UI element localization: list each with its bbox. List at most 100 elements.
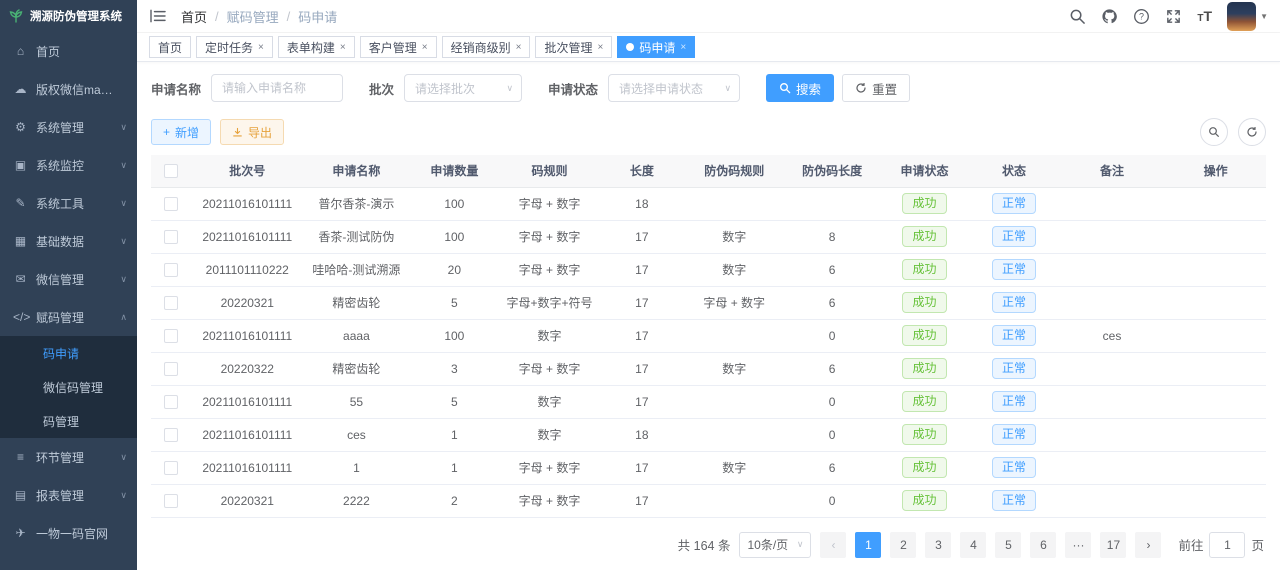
close-icon[interactable]: × xyxy=(597,42,603,53)
goto-page-input[interactable] xyxy=(1209,531,1246,558)
row-checkbox[interactable] xyxy=(164,361,179,376)
status-filter-select[interactable]: 请选择申请状态 ∨ xyxy=(608,74,741,102)
avatar[interactable] xyxy=(1227,1,1257,31)
page-button-6[interactable]: 6 xyxy=(1030,531,1057,558)
user-menu[interactable]: ▼ xyxy=(1227,1,1268,31)
row-checkbox[interactable] xyxy=(164,229,179,244)
add-button[interactable]: + 新增 xyxy=(151,119,212,145)
close-icon[interactable]: × xyxy=(516,42,522,53)
cell-remark xyxy=(1058,484,1166,518)
search-icon[interactable] xyxy=(1069,8,1086,25)
row-checkbox[interactable] xyxy=(164,328,179,343)
cell-remark xyxy=(1058,451,1166,485)
status-badge[interactable]: 正常 xyxy=(992,358,1037,379)
row-checkbox[interactable] xyxy=(164,394,179,409)
status-badge[interactable]: 正常 xyxy=(992,193,1037,214)
sidebar-item-系统工具[interactable]: ✎ 系统工具 ∨ xyxy=(0,184,137,222)
tab-首页[interactable]: 首页 xyxy=(149,36,192,58)
sidebar-item-基础数据[interactable]: ▦ 基础数据 ∨ xyxy=(0,222,137,260)
tab-label: 首页 xyxy=(158,40,183,55)
tab-表单构建[interactable]: 表单构建 × xyxy=(277,36,355,58)
apply-status-badge: 成功 xyxy=(902,193,947,214)
tab-经销商级别[interactable]: 经销商级别 × xyxy=(441,36,531,58)
row-checkbox[interactable] xyxy=(164,196,179,211)
sidebar-item-label: 系统监控 xyxy=(36,158,85,173)
page-button-4[interactable]: 4 xyxy=(960,531,987,558)
row-select-cell xyxy=(151,418,192,452)
search-button[interactable]: 搜索 xyxy=(766,74,835,102)
next-page-button[interactable]: › xyxy=(1135,531,1162,558)
page-size-select[interactable]: 10条/页 ∨ xyxy=(739,531,812,558)
sidebar-item-版权微信mao-clouds[interactable]: ☁ 版权微信mao-clouds xyxy=(0,70,137,108)
sidebar-item-报表管理[interactable]: ▤ 报表管理 ∨ xyxy=(0,476,137,514)
row-checkbox[interactable] xyxy=(164,262,179,277)
submenu-item-码申请[interactable]: 码申请 xyxy=(0,336,137,370)
help-icon[interactable]: ? xyxy=(1133,8,1150,25)
page-button-5[interactable]: 5 xyxy=(995,531,1022,558)
page-button-17[interactable]: 17 xyxy=(1100,531,1127,558)
close-icon[interactable]: × xyxy=(258,42,264,53)
sidebar-item-首页[interactable]: ⌂ 首页 xyxy=(0,32,137,70)
sidebar-toggle-icon[interactable] xyxy=(149,9,167,23)
toggle-search-button[interactable] xyxy=(1200,118,1228,146)
sidebar-item-label: 环节管理 xyxy=(36,450,85,465)
page-button-1[interactable]: 1 xyxy=(855,531,882,558)
name-filter-label: 申请名称 xyxy=(151,82,202,97)
close-icon[interactable]: × xyxy=(680,42,686,53)
prev-page-button[interactable]: ‹ xyxy=(820,531,847,558)
submenu-item-微信码管理[interactable]: 微信码管理 xyxy=(0,370,137,404)
sidebar-item-一物一码官网[interactable]: ✈ 一物一码官网 xyxy=(0,514,137,552)
status-badge[interactable]: 正常 xyxy=(992,391,1037,412)
font-size-icon[interactable]: TT xyxy=(1197,8,1212,24)
cell-anti-fake-rule: 数字 xyxy=(683,451,785,485)
cell-apply-name: 2222 xyxy=(303,484,410,518)
close-icon[interactable]: × xyxy=(340,42,346,53)
sidebar-item-微信管理[interactable]: ✉ 微信管理 ∨ xyxy=(0,260,137,298)
page-button-3[interactable]: 3 xyxy=(925,531,952,558)
cell-status: 正常 xyxy=(969,418,1059,452)
cell-status: 正常 xyxy=(969,451,1059,485)
refresh-table-button[interactable] xyxy=(1238,118,1266,146)
chevron-down-icon: ∨ xyxy=(724,82,732,93)
tab-定时任务[interactable]: 定时任务 × xyxy=(196,36,273,58)
row-checkbox[interactable] xyxy=(164,493,179,508)
submenu-item-码管理[interactable]: 码管理 xyxy=(0,404,137,438)
select-all-checkbox[interactable] xyxy=(164,164,179,179)
sidebar-item-label: 基础数据 xyxy=(36,234,85,249)
status-badge[interactable]: 正常 xyxy=(992,226,1037,247)
row-checkbox[interactable] xyxy=(164,460,179,475)
status-badge[interactable]: 正常 xyxy=(992,490,1037,511)
sidebar-item-系统监控[interactable]: ▣ 系统监控 ∨ xyxy=(0,146,137,184)
breadcrumb-section[interactable]: 赋码管理 xyxy=(227,7,279,26)
export-button[interactable]: 导出 xyxy=(220,119,285,145)
cell-apply-name: 精密齿轮 xyxy=(303,286,410,320)
github-icon[interactable] xyxy=(1101,8,1118,25)
status-badge[interactable]: 正常 xyxy=(992,424,1037,445)
page-button-2[interactable]: 2 xyxy=(890,531,917,558)
batch-filter-select[interactable]: 请选择批次 ∨ xyxy=(404,74,523,102)
status-badge[interactable]: 正常 xyxy=(992,292,1037,313)
status-badge[interactable]: 正常 xyxy=(992,325,1037,346)
cell-apply-name: 哇哈哈-测试溯源 xyxy=(303,253,410,287)
status-badge[interactable]: 正常 xyxy=(992,457,1037,478)
sidebar-item-系统管理[interactable]: ⚙ 系统管理 ∨ xyxy=(0,108,137,146)
row-checkbox[interactable] xyxy=(164,427,179,442)
cell-batch-no: 20211016101111 xyxy=(191,220,304,254)
tab-批次管理[interactable]: 批次管理 × xyxy=(535,36,613,58)
cell-apply-status: 成功 xyxy=(879,253,970,287)
reset-button[interactable]: 重置 xyxy=(842,74,911,102)
chevron-down-icon: ∨ xyxy=(120,273,127,284)
fullscreen-icon[interactable] xyxy=(1165,8,1182,25)
close-icon[interactable]: × xyxy=(422,42,428,53)
cell-remark xyxy=(1058,253,1166,287)
row-checkbox[interactable] xyxy=(164,295,179,310)
status-badge[interactable]: 正常 xyxy=(992,259,1037,280)
cell-batch-no: 20220321 xyxy=(191,286,304,320)
cell-batch-no: 20211016101111 xyxy=(191,451,304,485)
tab-客户管理[interactable]: 客户管理 × xyxy=(359,36,437,58)
breadcrumb-home[interactable]: 首页 xyxy=(181,7,207,26)
sidebar-item-环节管理[interactable]: ≡ 环节管理 ∨ xyxy=(0,438,137,476)
tab-码申请[interactable]: 码申请 × xyxy=(617,36,696,58)
sidebar-item-赋码管理[interactable]: </> 赋码管理 ∧ xyxy=(0,298,137,336)
name-filter-input[interactable] xyxy=(211,74,344,102)
